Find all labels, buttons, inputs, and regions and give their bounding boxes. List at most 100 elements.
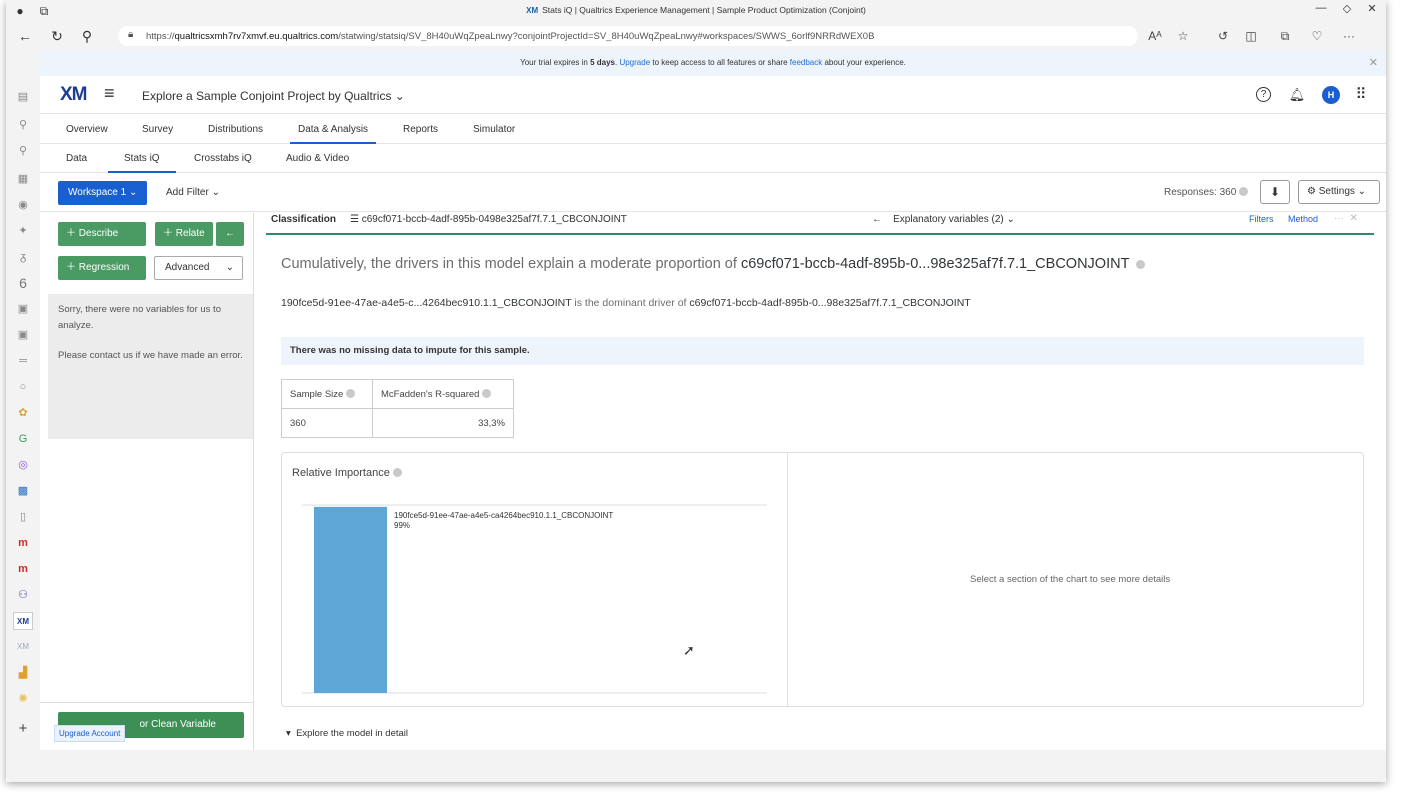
project-selector[interactable]: Explore a Sample Conjoint Project by Qua…: [142, 89, 405, 103]
chevron-down-icon: ⌄: [211, 187, 220, 198]
sidebar-m-icon[interactable]: m: [13, 534, 33, 552]
upgrade-account-button[interactable]: Upgrade Account: [54, 725, 126, 742]
sidebar-m-icon-2[interactable]: m: [13, 560, 33, 578]
regression-button[interactable]: ＋ Regression: [58, 256, 146, 280]
table-row: Sample Size McFadden's R-squared: [281, 379, 514, 409]
refresh-icon[interactable]: ↻: [48, 27, 66, 45]
avatar[interactable]: H: [1322, 86, 1340, 104]
info-icon[interactable]: [346, 388, 356, 398]
info-icon[interactable]: [1136, 260, 1146, 269]
close-banner-icon[interactable]: ✕: [1369, 50, 1378, 76]
sidebar-app-icon[interactable]: ▤: [13, 88, 33, 106]
sidebar-add-icon[interactable]: +: [13, 720, 33, 738]
sidebar-app-icon-13[interactable]: ◎: [13, 456, 33, 474]
sidebar-doc-icon[interactable]: ▯: [13, 508, 33, 526]
sidebar-linkedin-icon[interactable]: ▩: [13, 482, 33, 500]
add-filter-label: Add Filter: [166, 187, 209, 198]
sidebar-xm-icon-2[interactable]: XM: [13, 638, 33, 656]
describe-label: Describe: [78, 228, 119, 239]
tab-data-analysis[interactable]: Data & Analysis: [290, 115, 377, 144]
relative-importance-chart[interactable]: 190fce5d-91ee-47ae-a4e5-ca4264bec910.1.1…: [302, 499, 772, 699]
sidebar-app-icon-8[interactable]: ▣: [13, 326, 33, 344]
tab-reports[interactable]: Reports: [403, 115, 438, 144]
back-icon[interactable]: ←: [16, 27, 34, 45]
info-icon[interactable]: [392, 468, 402, 477]
app-grid-icon[interactable]: ⠿: [1352, 86, 1370, 104]
explanatory-label: Explanatory variables (2): [893, 214, 1004, 225]
explore-model-toggle[interactable]: ▾ Explore the model in detail: [286, 728, 408, 739]
favorite-star-icon[interactable]: ☆: [1174, 27, 1192, 45]
sidebar-search-icon-2[interactable]: ⚲: [13, 142, 33, 160]
bar-category-label: 190fce5d-91ee-47ae-a4e5-ca4264bec910.1.1…: [394, 511, 613, 520]
help-icon[interactable]: ?: [1256, 87, 1271, 102]
subtab-stats-iq[interactable]: Stats iQ: [108, 144, 176, 173]
sidebar-teams-icon[interactable]: ⚇: [13, 586, 33, 604]
workspace-toolbar: Workspace 1 ⌄ Add Filter ⌄ Responses: 36…: [40, 174, 1386, 212]
sidebar-app-icon-12[interactable]: G: [13, 430, 33, 448]
sidebar-app-icon-6[interactable]: 6: [13, 274, 33, 292]
tab-overview[interactable]: Overview: [66, 115, 108, 144]
sidebar-app-icon-14[interactable]: ✺: [13, 690, 33, 708]
sidebar-app-icon-2[interactable]: ▦: [13, 170, 33, 188]
upgrade-link[interactable]: Upgrade: [619, 58, 650, 67]
sidebar-app-icon-4[interactable]: ✦: [13, 222, 33, 240]
sidebar-app-icon-7[interactable]: ▣: [13, 300, 33, 318]
subtab-data[interactable]: Data: [66, 144, 87, 173]
search-icon[interactable]: ⚲: [78, 27, 96, 45]
collapse-panel-button[interactable]: ←: [216, 222, 244, 246]
trial-banner: Your trial expires in 5 days. Upgrade to…: [40, 50, 1386, 76]
sidebar-search-icon[interactable]: ⚲: [13, 116, 33, 134]
add-filter-button[interactable]: Add Filter ⌄: [166, 187, 220, 198]
sidebar-app-icon-3[interactable]: ◉: [13, 196, 33, 214]
sidebar-xm-icon[interactable]: XM: [13, 612, 33, 630]
browser-sidebar: ▤ ⚲ ⚲ ▦ ◉ ✦ ᵹ 6 ▣ ▣ ═ ○ ✿ G ◎ ▩ ▯ m m ⚇ …: [6, 50, 40, 782]
read-aloud-icon[interactable]: Aᴬ: [1146, 27, 1164, 45]
more-options-icon[interactable]: ···: [1340, 27, 1358, 45]
sidebar-app-icon-5[interactable]: ᵹ: [13, 248, 33, 266]
sidebar-app-icon-9[interactable]: ═: [13, 352, 33, 370]
subtab-crosstabs-iq[interactable]: Crosstabs iQ: [194, 144, 252, 173]
collections-icon[interactable]: ⧉: [1276, 27, 1294, 45]
close-window-icon[interactable]: ✕: [1360, 2, 1384, 15]
restore-icon[interactable]: ◇: [1335, 2, 1359, 15]
tab-survey[interactable]: Survey: [142, 115, 173, 144]
describe-button[interactable]: ＋ Describe: [58, 222, 146, 246]
hamburger-menu-icon[interactable]: ≡: [104, 83, 115, 104]
responses-count: Responses: 360: [1164, 187, 1249, 198]
relate-button[interactable]: ＋ Relate: [155, 222, 213, 246]
relative-importance-title: Relative Importance: [292, 467, 402, 479]
responses-label: Responses: 360: [1164, 187, 1237, 198]
info-icon[interactable]: [482, 388, 492, 398]
more-close-icons[interactable]: ··· ✕: [1334, 213, 1358, 224]
plus-icon: ＋: [66, 228, 76, 239]
download-button[interactable]: ⬇: [1260, 180, 1290, 204]
sidebar-app-icon-10[interactable]: ○: [13, 378, 33, 396]
explore-label: Explore the model in detail: [296, 728, 409, 739]
feedback-link[interactable]: feedback: [790, 58, 822, 67]
sidebar-chart-icon[interactable]: ▟: [13, 664, 33, 682]
advanced-dropdown[interactable]: Advanced ⌄: [154, 256, 243, 280]
settings-button[interactable]: ⚙ Settings ⌄: [1298, 180, 1380, 204]
explanatory-variables-dropdown[interactable]: ← Explanatory variables (2) ⌄: [872, 214, 1015, 225]
variable-list-icon: ☰: [350, 214, 359, 225]
extensions-icon[interactable]: ↺: [1214, 27, 1232, 45]
tab-simulator[interactable]: Simulator: [473, 115, 515, 144]
importance-bar[interactable]: [314, 506, 387, 693]
notification-bell-icon[interactable]: 🔔︎: [1288, 86, 1306, 104]
trial-text: Your trial expires in: [520, 58, 591, 67]
filters-link[interactable]: Filters: [1249, 214, 1274, 224]
browser-essentials-icon[interactable]: ♡: [1308, 27, 1326, 45]
workspace-dropdown[interactable]: Workspace 1 ⌄: [58, 181, 147, 205]
sidebar-app-icon-11[interactable]: ✿: [13, 404, 33, 422]
subtab-audio-video[interactable]: Audio & Video: [286, 144, 349, 173]
plus-icon: ＋: [66, 262, 76, 273]
target-variable-text: c69cf071-bccb-4adf-895b-0498e325af7f.7.1…: [361, 214, 627, 225]
tab-distributions[interactable]: Distributions: [208, 115, 263, 144]
minimize-icon[interactable]: —: [1309, 2, 1333, 14]
info-icon[interactable]: [1239, 187, 1249, 196]
split-screen-icon[interactable]: ◫: [1242, 27, 1260, 45]
method-link[interactable]: Method: [1288, 214, 1318, 224]
xm-logo[interactable]: XM: [60, 84, 87, 106]
url-field[interactable]: 🔒︎ https://qualtricsxmh7rv7xmvf.eu.qualt…: [118, 26, 1138, 46]
target-variable[interactable]: ☰ c69cf071-bccb-4adf-895b-0498e325af7f.7…: [350, 214, 627, 225]
